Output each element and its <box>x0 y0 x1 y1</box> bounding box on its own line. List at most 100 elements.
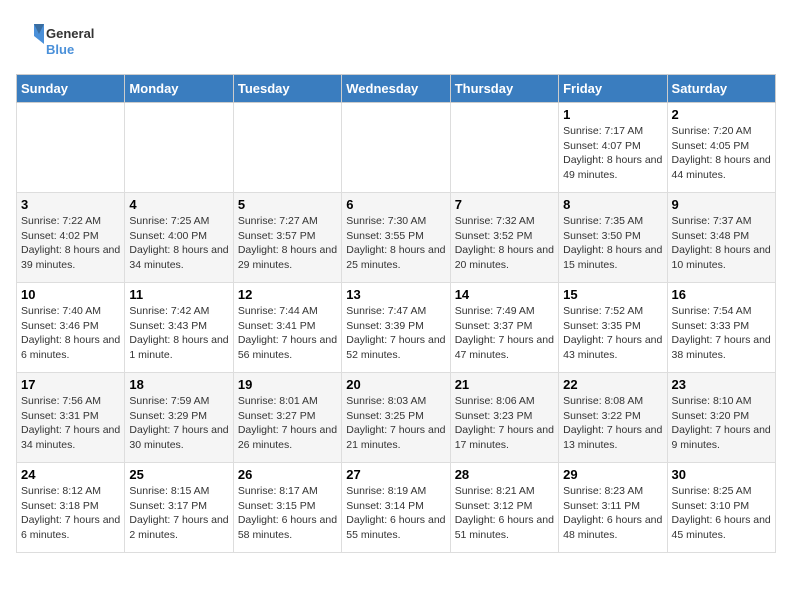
day-header-saturday: Saturday <box>667 75 775 103</box>
day-info: Sunrise: 8:15 AM Sunset: 3:17 PM Dayligh… <box>129 484 228 543</box>
calendar-cell: 27 Sunrise: 8:19 AM Sunset: 3:14 PM Dayli… <box>342 463 450 553</box>
day-info: Sunrise: 8:25 AM Sunset: 3:10 PM Dayligh… <box>672 484 771 543</box>
day-number: 22 <box>563 377 662 392</box>
day-info: Sunrise: 7:49 AM Sunset: 3:37 PM Dayligh… <box>455 304 554 363</box>
calendar-cell: 15 Sunrise: 7:52 AM Sunset: 3:35 PM Dayli… <box>559 283 667 373</box>
day-number: 10 <box>21 287 120 302</box>
day-number: 24 <box>21 467 120 482</box>
day-info: Sunrise: 7:52 AM Sunset: 3:35 PM Dayligh… <box>563 304 662 363</box>
day-number: 20 <box>346 377 445 392</box>
logo-svg: General Blue <box>16 16 116 66</box>
calendar-cell: 24 Sunrise: 8:12 AM Sunset: 3:18 PM Dayli… <box>17 463 125 553</box>
day-info: Sunrise: 7:44 AM Sunset: 3:41 PM Dayligh… <box>238 304 337 363</box>
day-header-wednesday: Wednesday <box>342 75 450 103</box>
day-info: Sunrise: 7:54 AM Sunset: 3:33 PM Dayligh… <box>672 304 771 363</box>
calendar-table: SundayMondayTuesdayWednesdayThursdayFrid… <box>16 74 776 553</box>
calendar-cell: 28 Sunrise: 8:21 AM Sunset: 3:12 PM Dayli… <box>450 463 558 553</box>
day-number: 16 <box>672 287 771 302</box>
day-info: Sunrise: 7:17 AM Sunset: 4:07 PM Dayligh… <box>563 124 662 183</box>
day-info: Sunrise: 8:03 AM Sunset: 3:25 PM Dayligh… <box>346 394 445 453</box>
logo: General Blue <box>16 16 116 66</box>
day-info: Sunrise: 7:40 AM Sunset: 3:46 PM Dayligh… <box>21 304 120 363</box>
day-info: Sunrise: 8:06 AM Sunset: 3:23 PM Dayligh… <box>455 394 554 453</box>
calendar-cell: 22Sunrise: 8:08 AM Sunset: 3:22 PM Dayli… <box>559 373 667 463</box>
day-number: 19 <box>238 377 337 392</box>
day-info: Sunrise: 8:01 AM Sunset: 3:27 PM Dayligh… <box>238 394 337 453</box>
day-number: 30 <box>672 467 771 482</box>
calendar-cell: 9Sunrise: 7:37 AM Sunset: 3:48 PM Daylig… <box>667 193 775 283</box>
day-number: 8 <box>563 197 662 212</box>
calendar-cell: 3 Sunrise: 7:22 AM Sunset: 4:02 PM Daylig… <box>17 193 125 283</box>
calendar-cell: 5 Sunrise: 7:27 AM Sunset: 3:57 PM Daylig… <box>233 193 341 283</box>
day-info: Sunrise: 8:23 AM Sunset: 3:11 PM Dayligh… <box>563 484 662 543</box>
calendar-cell: 13 Sunrise: 7:47 AM Sunset: 3:39 PM Dayli… <box>342 283 450 373</box>
calendar-cell: 19 Sunrise: 8:01 AM Sunset: 3:27 PM Dayli… <box>233 373 341 463</box>
day-info: Sunrise: 7:59 AM Sunset: 3:29 PM Dayligh… <box>129 394 228 453</box>
calendar-cell: 8Sunrise: 7:35 AM Sunset: 3:50 PM Daylig… <box>559 193 667 283</box>
day-number: 1 <box>563 107 662 122</box>
day-info: Sunrise: 8:12 AM Sunset: 3:18 PM Dayligh… <box>21 484 120 543</box>
calendar-cell: 7 Sunrise: 7:32 AM Sunset: 3:52 PM Daylig… <box>450 193 558 283</box>
day-number: 28 <box>455 467 554 482</box>
day-info: Sunrise: 7:30 AM Sunset: 3:55 PM Dayligh… <box>346 214 445 273</box>
calendar-cell: 30 Sunrise: 8:25 AM Sunset: 3:10 PM Dayli… <box>667 463 775 553</box>
day-info: Sunrise: 8:19 AM Sunset: 3:14 PM Dayligh… <box>346 484 445 543</box>
day-info: Sunrise: 8:10 AM Sunset: 3:20 PM Dayligh… <box>672 394 771 453</box>
day-number: 23 <box>672 377 771 392</box>
day-info: Sunrise: 8:17 AM Sunset: 3:15 PM Dayligh… <box>238 484 337 543</box>
day-header-monday: Monday <box>125 75 233 103</box>
day-number: 5 <box>238 197 337 212</box>
day-info: Sunrise: 7:22 AM Sunset: 4:02 PM Dayligh… <box>21 214 120 273</box>
day-info: Sunrise: 7:47 AM Sunset: 3:39 PM Dayligh… <box>346 304 445 363</box>
day-number: 18 <box>129 377 228 392</box>
calendar-cell: 1 Sunrise: 7:17 AM Sunset: 4:07 PM Daylig… <box>559 103 667 193</box>
day-header-tuesday: Tuesday <box>233 75 341 103</box>
day-number: 17 <box>21 377 120 392</box>
calendar-cell: 4Sunrise: 7:25 AM Sunset: 4:00 PM Daylig… <box>125 193 233 283</box>
calendar-cell: 17 Sunrise: 7:56 AM Sunset: 3:31 PM Dayli… <box>17 373 125 463</box>
day-info: Sunrise: 7:32 AM Sunset: 3:52 PM Dayligh… <box>455 214 554 273</box>
page-header: General Blue <box>16 16 776 66</box>
calendar-cell <box>450 103 558 193</box>
day-number: 14 <box>455 287 554 302</box>
day-number: 13 <box>346 287 445 302</box>
calendar-week-1: 1 Sunrise: 7:17 AM Sunset: 4:07 PM Daylig… <box>17 103 776 193</box>
svg-text:General: General <box>46 26 94 41</box>
day-number: 11 <box>129 287 228 302</box>
day-header-sunday: Sunday <box>17 75 125 103</box>
day-number: 3 <box>21 197 120 212</box>
calendar-cell: 26 Sunrise: 8:17 AM Sunset: 3:15 PM Dayli… <box>233 463 341 553</box>
calendar-cell <box>125 103 233 193</box>
calendar-cell: 21 Sunrise: 8:06 AM Sunset: 3:23 PM Dayli… <box>450 373 558 463</box>
day-header-thursday: Thursday <box>450 75 558 103</box>
calendar-cell: 23 Sunrise: 8:10 AM Sunset: 3:20 PM Dayli… <box>667 373 775 463</box>
day-number: 25 <box>129 467 228 482</box>
day-number: 4 <box>129 197 228 212</box>
day-info: Sunrise: 7:20 AM Sunset: 4:05 PM Dayligh… <box>672 124 771 183</box>
calendar-cell: 10 Sunrise: 7:40 AM Sunset: 3:46 PM Dayli… <box>17 283 125 373</box>
day-number: 2 <box>672 107 771 122</box>
calendar-cell: 12Sunrise: 7:44 AM Sunset: 3:41 PM Dayli… <box>233 283 341 373</box>
calendar-cell <box>233 103 341 193</box>
day-number: 21 <box>455 377 554 392</box>
day-header-friday: Friday <box>559 75 667 103</box>
day-info: Sunrise: 7:56 AM Sunset: 3:31 PM Dayligh… <box>21 394 120 453</box>
day-number: 27 <box>346 467 445 482</box>
day-info: Sunrise: 8:21 AM Sunset: 3:12 PM Dayligh… <box>455 484 554 543</box>
day-number: 15 <box>563 287 662 302</box>
calendar-cell: 29Sunrise: 8:23 AM Sunset: 3:11 PM Dayli… <box>559 463 667 553</box>
calendar-cell: 2 Sunrise: 7:20 AM Sunset: 4:05 PM Daylig… <box>667 103 775 193</box>
calendar-week-4: 17 Sunrise: 7:56 AM Sunset: 3:31 PM Dayli… <box>17 373 776 463</box>
calendar-cell <box>342 103 450 193</box>
calendar-cell: 18 Sunrise: 7:59 AM Sunset: 3:29 PM Dayli… <box>125 373 233 463</box>
day-number: 7 <box>455 197 554 212</box>
header-row: SundayMondayTuesdayWednesdayThursdayFrid… <box>17 75 776 103</box>
calendar-cell: 20 Sunrise: 8:03 AM Sunset: 3:25 PM Dayli… <box>342 373 450 463</box>
calendar-cell <box>17 103 125 193</box>
day-info: Sunrise: 7:27 AM Sunset: 3:57 PM Dayligh… <box>238 214 337 273</box>
day-number: 26 <box>238 467 337 482</box>
calendar-cell: 14 Sunrise: 7:49 AM Sunset: 3:37 PM Dayli… <box>450 283 558 373</box>
day-info: Sunrise: 7:37 AM Sunset: 3:48 PM Dayligh… <box>672 214 771 273</box>
day-number: 6 <box>346 197 445 212</box>
svg-text:Blue: Blue <box>46 42 74 57</box>
